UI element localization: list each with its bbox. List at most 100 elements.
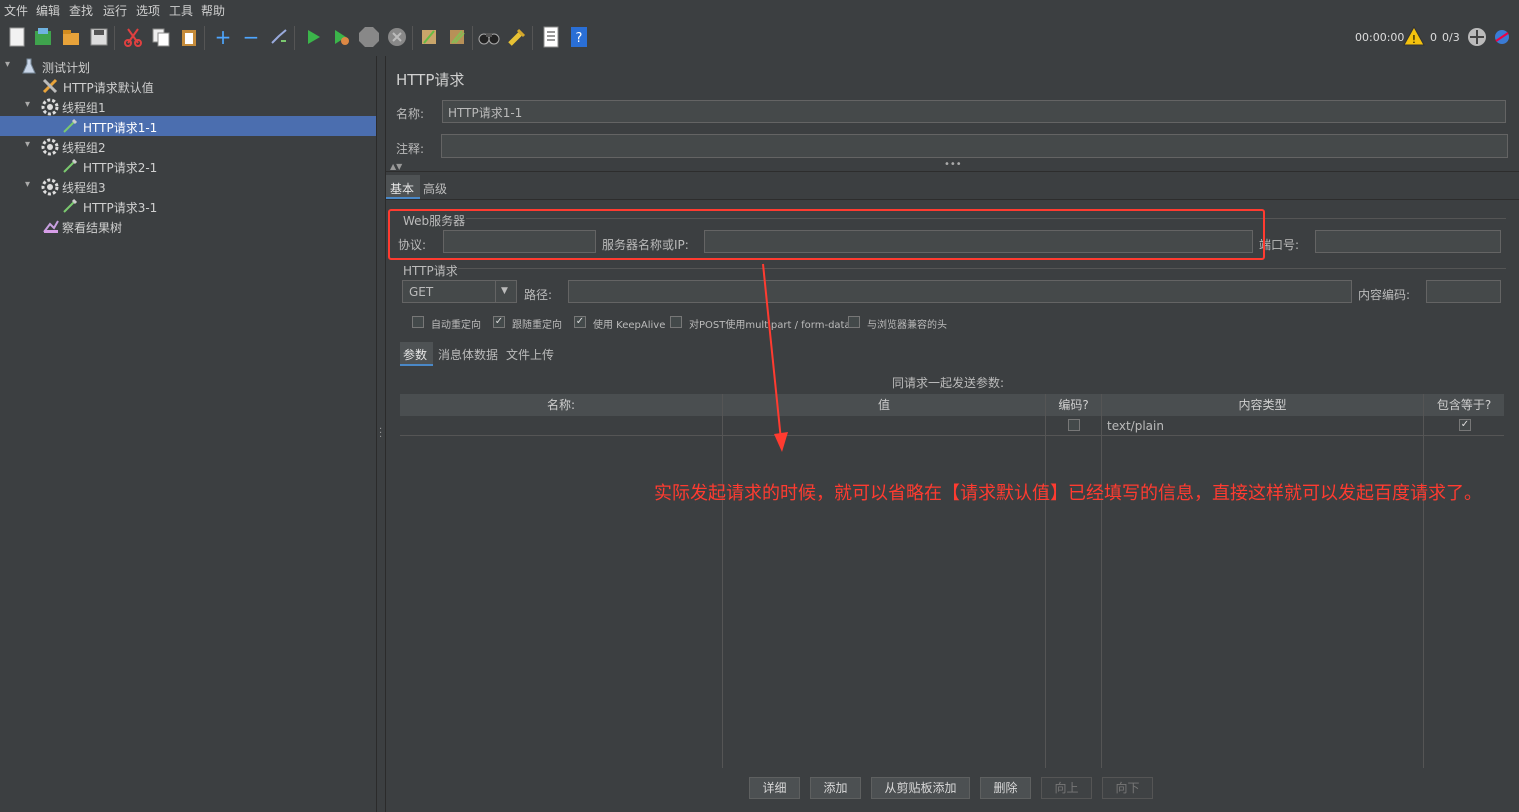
collapse-toggle-icon[interactable]: ▾ xyxy=(25,99,30,110)
menu-file[interactable]: 文件 xyxy=(4,2,28,19)
method-select[interactable]: GET ▼ xyxy=(402,280,517,303)
encode-checkbox[interactable] xyxy=(1068,419,1080,431)
move-up-button[interactable]: 向上 xyxy=(1041,777,1092,799)
stop-icon[interactable] xyxy=(358,26,380,48)
tab-parameters[interactable]: 参数 xyxy=(400,342,433,366)
tab-body-data[interactable]: 消息体数据 xyxy=(438,346,498,363)
http-request-editor: HTTP请求 名称: HTTP请求1-1 注释: ▲▼ ••• 基本 高级 We… xyxy=(386,56,1519,812)
follow-redirect-label: 跟随重定向 xyxy=(512,320,562,331)
name-field[interactable]: HTTP请求1-1 xyxy=(442,100,1506,123)
log-viewer-icon[interactable] xyxy=(1492,27,1512,50)
comment-field[interactable] xyxy=(441,134,1508,158)
menu-bar: 文件 编辑 查找 运行 选项 工具 帮助 xyxy=(0,0,1519,20)
menu-run[interactable]: 运行 xyxy=(103,2,127,19)
save-icon[interactable] xyxy=(88,26,110,48)
open-icon[interactable] xyxy=(60,26,82,48)
shutdown-icon[interactable] xyxy=(386,26,408,48)
clear-all-icon[interactable] xyxy=(446,26,468,48)
column-content-type[interactable]: 内容类型 xyxy=(1102,394,1424,416)
active-threads: 0/3 xyxy=(1442,31,1460,44)
start-icon[interactable] xyxy=(302,26,324,48)
toggle-icon[interactable] xyxy=(268,26,290,48)
tab-advanced[interactable]: 高级 xyxy=(423,180,447,197)
menu-tools[interactable]: 工具 xyxy=(169,2,193,19)
copy-icon[interactable] xyxy=(150,26,172,48)
content-type-cell[interactable]: text/plain xyxy=(1107,419,1164,433)
pipette-icon xyxy=(62,118,78,138)
toolbar-separator xyxy=(294,26,295,50)
tree-node-http-defaults[interactable]: HTTP请求默认值 xyxy=(0,76,376,96)
comment-label: 注释: xyxy=(396,142,425,156)
column-divider xyxy=(1045,416,1046,768)
collapse-toggle-icon[interactable]: ▾ xyxy=(25,139,30,150)
column-divider xyxy=(722,416,723,768)
add-from-clipboard-button[interactable]: 从剪贴板添加 xyxy=(871,777,970,799)
toolbar-separator xyxy=(412,26,413,50)
encoding-field[interactable] xyxy=(1426,280,1501,303)
tree-node-thread-group-2[interactable]: ▾ 线程组2 xyxy=(0,136,376,156)
follow-redirect-checkbox[interactable]: ✓ xyxy=(493,316,505,328)
tree-node-view-results-tree[interactable]: 察看结果树 xyxy=(0,216,376,236)
cut-icon[interactable] xyxy=(122,26,144,48)
start-no-pause-icon[interactable] xyxy=(330,26,352,48)
params-caption: 同请求一起发送参数: xyxy=(892,376,1005,390)
pipette-icon xyxy=(62,158,78,178)
group-border xyxy=(458,268,1506,269)
auto-redirect-checkbox[interactable] xyxy=(412,316,424,328)
tab-basic[interactable]: 基本 xyxy=(386,175,420,199)
clear-icon[interactable] xyxy=(418,26,440,48)
tree-node-thread-group-1[interactable]: ▾ 线程组1 xyxy=(0,96,376,116)
port-field[interactable] xyxy=(1315,230,1501,253)
tree-node-test-plan[interactable]: ▾ 测试计划 xyxy=(0,56,376,76)
add-button[interactable]: 添加 xyxy=(810,777,861,799)
path-field[interactable] xyxy=(568,280,1352,303)
function-helper-icon[interactable] xyxy=(540,26,562,48)
delete-button[interactable]: 删除 xyxy=(980,777,1031,799)
keepalive-checkbox[interactable]: ✓ xyxy=(574,316,586,328)
include-equals-checkbox[interactable]: ✓ xyxy=(1459,419,1471,431)
new-icon[interactable] xyxy=(6,26,28,48)
move-down-button[interactable]: 向下 xyxy=(1102,777,1153,799)
port-label: 端口号: xyxy=(1259,238,1300,252)
column-name[interactable]: 名称: xyxy=(400,394,723,416)
collapse-toggle-icon[interactable]: ▾ xyxy=(5,59,10,70)
column-encode[interactable]: 编码? xyxy=(1046,394,1102,416)
collapse-toggle-icon[interactable]: ▾ xyxy=(25,179,30,190)
tools-icon xyxy=(42,78,60,98)
detail-button[interactable]: 详细 xyxy=(749,777,800,799)
help-icon[interactable]: ? xyxy=(568,26,590,48)
table-row[interactable]: text/plain ✓ xyxy=(400,416,1504,436)
search-icon[interactable] xyxy=(478,26,500,48)
toolbar-separator xyxy=(472,26,473,50)
select-divider xyxy=(495,281,496,302)
menu-search[interactable]: 查找 xyxy=(69,2,93,19)
paste-icon[interactable] xyxy=(178,26,200,48)
menu-options[interactable]: 选项 xyxy=(136,2,160,19)
expand-icon[interactable]: + xyxy=(212,25,234,49)
reset-search-icon[interactable] xyxy=(506,26,528,48)
browser-headers-checkbox[interactable] xyxy=(848,316,860,328)
tree-node-http-request-1-1[interactable]: HTTP请求1-1 xyxy=(0,116,376,136)
tree-node-http-request-3-1[interactable]: HTTP请求3-1 xyxy=(0,196,376,216)
menu-edit[interactable]: 编辑 xyxy=(36,2,60,19)
templates-icon[interactable] xyxy=(32,26,54,48)
collapse-arrows-icon[interactable]: ▲▼ xyxy=(390,162,402,171)
tree-node-thread-group-3[interactable]: ▾ 线程组3 xyxy=(0,176,376,196)
pane-splitter[interactable]: · · · xyxy=(376,56,386,812)
multipart-checkbox[interactable] xyxy=(670,316,682,328)
tab-file-upload[interactable]: 文件上传 xyxy=(506,346,554,363)
warning-icon[interactable]: ! xyxy=(1403,25,1425,49)
toolbar-separator xyxy=(204,26,205,50)
parameters-table: 名称: 值 编码? 内容类型 包含等于? text/plain ✓ xyxy=(400,394,1504,768)
http-group-title: HTTP请求 xyxy=(403,264,458,278)
name-label: 名称: xyxy=(396,107,425,121)
column-include-equals[interactable]: 包含等于? xyxy=(1424,394,1504,416)
chart-icon xyxy=(42,218,60,238)
tree-node-http-request-2-1[interactable]: HTTP请求2-1 xyxy=(0,156,376,176)
divider-grip-icon[interactable]: ••• xyxy=(944,159,962,170)
elapsed-timer: 00:00:00 xyxy=(1355,31,1405,44)
highlight-box xyxy=(388,209,1265,260)
collapse-icon[interactable]: − xyxy=(240,25,262,49)
menu-help[interactable]: 帮助 xyxy=(201,2,225,19)
error-count: 0 xyxy=(1430,31,1437,44)
